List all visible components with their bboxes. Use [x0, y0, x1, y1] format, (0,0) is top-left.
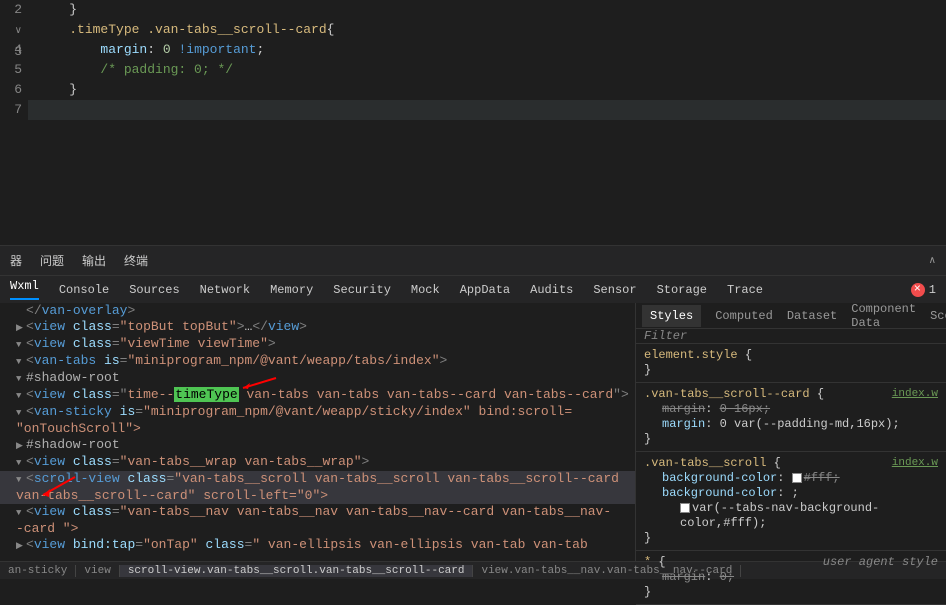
error-count: 1	[929, 283, 936, 297]
css-rule[interactable]: element.style {}	[636, 344, 946, 383]
dom-node[interactable]: ▼#shadow-root	[0, 370, 635, 387]
line-number: 5	[0, 60, 22, 80]
error-indicator[interactable]: 1	[911, 283, 936, 297]
styles-tabs: Styles Computed Dataset Component Data Sco	[636, 303, 946, 329]
expand-icon[interactable]: ▶	[16, 438, 26, 454]
dom-node[interactable]: "onTouchScroll">	[0, 421, 635, 437]
dom-node[interactable]: ▼<view class="van-tabs__nav van-tabs__na…	[0, 504, 635, 521]
devtools-tab-audits[interactable]: Audits	[530, 283, 573, 297]
expand-icon[interactable]: ▼	[16, 472, 26, 488]
css-rule[interactable]: index.w.van-tabs__scroll--card {margin: …	[636, 383, 946, 452]
styles-tab-computed[interactable]: Computed	[715, 309, 773, 323]
expand-icon[interactable]: ▼	[16, 405, 26, 421]
source-link[interactable]: index.w	[892, 456, 938, 471]
line-number: 6	[0, 80, 22, 100]
css-rule[interactable]: index.w.van-tabs__scroll {background-col…	[636, 452, 946, 551]
breadcrumb-item[interactable]: an-sticky	[0, 565, 76, 577]
devtools-tab-security[interactable]: Security	[333, 283, 391, 297]
devtools-tab-sources[interactable]: Sources	[129, 283, 179, 297]
expand-icon[interactable]: ▼	[16, 388, 26, 404]
panel-tab-terminal[interactable]: 终端	[124, 252, 148, 269]
dom-node[interactable]: ▼<scroll-view class="van-tabs__scroll va…	[0, 471, 635, 488]
styles-tab-styles[interactable]: Styles	[642, 305, 701, 327]
collapse-icon[interactable]: ∧	[929, 255, 936, 267]
styles-panel: Styles Computed Dataset Component Data Sco F…	[635, 303, 946, 561]
devtools-tab-mock[interactable]: Mock	[411, 283, 440, 297]
panel-tab-output[interactable]: 输出	[82, 252, 106, 269]
devtools-tab-memory[interactable]: Memory	[270, 283, 313, 297]
code-editor[interactable]: 2 ∨ 3 4 5 6 7 } .timeType .van-tabs__scr…	[0, 0, 946, 245]
expand-icon[interactable]: ▼	[16, 505, 26, 521]
devtools-body: </van-overlay> ▶<view class="topBut topB…	[0, 303, 946, 561]
styles-tab-sco[interactable]: Sco	[930, 309, 946, 323]
line-gutter: 2 ∨ 3 4 5 6 7	[0, 0, 28, 245]
source-link[interactable]: index.w	[892, 387, 938, 402]
devtools-tab-appdata[interactable]: AppData	[460, 283, 510, 297]
dom-node[interactable]: ▼<van-tabs is="miniprogram_npm/@vant/wea…	[0, 353, 635, 370]
styles-tab-component-data[interactable]: Component Data	[851, 302, 916, 330]
breadcrumb-item[interactable]: view.van-tabs__nav.van-tabs__nav--card	[473, 565, 741, 577]
dom-node[interactable]: -card ">	[0, 521, 635, 537]
dom-node[interactable]: ▶<view class="topBut topBut">…</view>	[0, 319, 635, 336]
devtools-tab-wxml[interactable]: Wxml	[10, 279, 39, 300]
dom-node[interactable]: ▼<van-sticky is="miniprogram_npm/@vant/w…	[0, 404, 635, 421]
dom-node[interactable]: ▼<view class="time--timeType van-tabs va…	[0, 387, 635, 404]
expand-icon[interactable]: ▼	[16, 455, 26, 471]
dom-tree-panel[interactable]: </van-overlay> ▶<view class="topBut topB…	[0, 303, 635, 561]
expand-icon[interactable]: ▼	[16, 337, 26, 353]
devtools-tab-network[interactable]: Network	[200, 283, 250, 297]
panel-icon: 器	[10, 252, 22, 269]
dom-node[interactable]: ▼<view class="van-tabs__wrap van-tabs__w…	[0, 454, 635, 471]
devtools-tabs: Wxml Console Sources Network Memory Security M…	[0, 275, 946, 303]
dom-node[interactable]: ▶<view bind:tap="onTap" class=" van-elli…	[0, 537, 635, 554]
panel-tab-problems[interactable]: 问题	[40, 252, 64, 269]
devtools-tab-storage[interactable]: Storage	[657, 283, 707, 297]
styles-tab-dataset[interactable]: Dataset	[787, 309, 837, 323]
breadcrumb-item[interactable]: scroll-view.van-tabs__scroll.van-tabs__s…	[120, 565, 474, 577]
breadcrumb-item[interactable]: view	[76, 565, 119, 577]
dom-node[interactable]: van-tabs__scroll--card" scroll-left="0">	[0, 488, 635, 504]
expand-icon[interactable]: ▶	[16, 538, 26, 554]
expand-icon[interactable]: ▼	[16, 354, 26, 370]
expand-icon[interactable]: ▶	[16, 320, 26, 336]
filter-input[interactable]: Filter	[636, 329, 946, 344]
line-number: ∨ 3	[0, 20, 22, 40]
fold-icon[interactable]: ∨	[14, 22, 22, 42]
error-icon	[911, 283, 925, 297]
dom-node[interactable]: ▼<view class="viewTime viewTime">	[0, 336, 635, 353]
devtools-tab-sensor[interactable]: Sensor	[593, 283, 636, 297]
devtools-tab-console[interactable]: Console	[59, 283, 109, 297]
code-content[interactable]: } .timeType .van-tabs__scroll--card{ mar…	[28, 0, 946, 245]
expand-icon[interactable]: ▼	[16, 371, 26, 387]
line-number: 7	[0, 100, 22, 120]
devtools-tab-trace[interactable]: Trace	[727, 283, 763, 297]
dom-node[interactable]: </van-overlay>	[0, 303, 635, 319]
panel-tabs: 器 问题 输出 终端 ∧	[0, 245, 946, 275]
line-number: 2	[0, 0, 22, 20]
dom-node[interactable]: ▶#shadow-root	[0, 437, 635, 454]
css-rule[interactable]: user agent style* {margin: 0;}	[636, 551, 946, 605]
line-number: 4	[0, 40, 22, 60]
